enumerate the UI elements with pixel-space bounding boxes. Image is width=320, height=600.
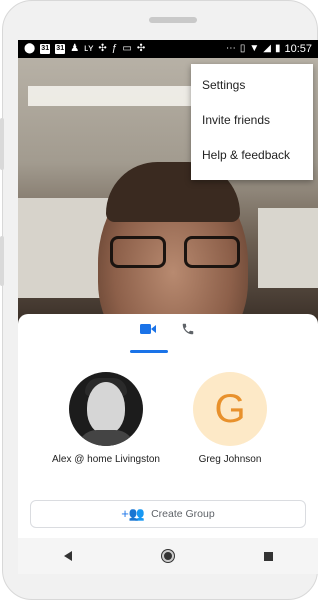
flow-icon: ƒ — [111, 43, 118, 54]
menu-item-settings[interactable]: Settings — [191, 68, 313, 103]
more-icon: ⋯ — [225, 43, 236, 54]
overflow-menu: Settings Invite friends Help & feedback — [191, 64, 313, 180]
phone-icon — [182, 323, 194, 335]
contact-name: Alex @ home Livingston — [52, 454, 160, 465]
navigation-bar — [18, 538, 318, 574]
battery-icon: ▮ — [274, 43, 281, 54]
add-group-icon: +👥 — [121, 506, 146, 521]
pinwheel-icon: ✣ — [98, 43, 107, 54]
menu-item-help-feedback[interactable]: Help & feedback — [191, 138, 313, 173]
contacts-sheet: Alex @ home Livingston G Greg Johnson +👥… — [18, 314, 318, 544]
screen: ⬤ 31 31 ♟ ʟʏ ✣ ƒ ▭ ✣ ⋯ ▯ ▼ ◢ ▮ 10:57 Set… — [18, 40, 318, 574]
avatar — [69, 372, 143, 446]
user-glasses — [110, 236, 240, 270]
contact-name: Greg Johnson — [198, 454, 262, 465]
calendar-icon: 31 — [55, 44, 66, 54]
back-button[interactable] — [53, 541, 83, 571]
clock: 10:57 — [284, 43, 312, 55]
create-group-button[interactable]: +👥 Create Group — [30, 500, 306, 528]
home-icon — [162, 550, 174, 562]
phone-speaker — [149, 17, 197, 23]
home-button[interactable] — [153, 541, 183, 571]
background-board — [258, 208, 318, 288]
back-icon — [64, 551, 72, 561]
recents-button[interactable] — [253, 541, 283, 571]
avatar: G — [193, 372, 267, 446]
contact-card[interactable]: Alex @ home Livingston — [46, 372, 166, 466]
vibrate-icon: ▯ — [239, 43, 246, 54]
menu-item-invite-friends[interactable]: Invite friends — [191, 103, 313, 138]
signal-icon: ◢ — [263, 43, 271, 54]
wifi-icon: ▼ — [249, 43, 260, 54]
volume-button — [0, 118, 4, 170]
screen-icon: ▭ — [122, 43, 132, 54]
pinwheel-icon: ✣ — [136, 43, 146, 54]
recents-icon — [263, 551, 273, 561]
call-type-tabs — [18, 314, 318, 354]
location-icon: ⬤ — [24, 43, 36, 54]
power-button — [0, 236, 4, 286]
active-tab-indicator — [130, 350, 168, 353]
video-camera-icon — [140, 324, 156, 334]
create-group-label: Create Group — [151, 508, 215, 520]
contact-card[interactable]: G Greg Johnson — [170, 372, 290, 466]
status-bar: ⬤ 31 31 ♟ ʟʏ ✣ ƒ ▭ ✣ ⋯ ▯ ▼ ◢ ▮ 10:57 — [18, 40, 318, 58]
tab-voice[interactable] — [168, 322, 208, 354]
calendar-icon: 31 — [40, 44, 51, 54]
lyft-icon: ʟʏ — [84, 43, 94, 54]
person-icon: ♟ — [70, 43, 80, 54]
